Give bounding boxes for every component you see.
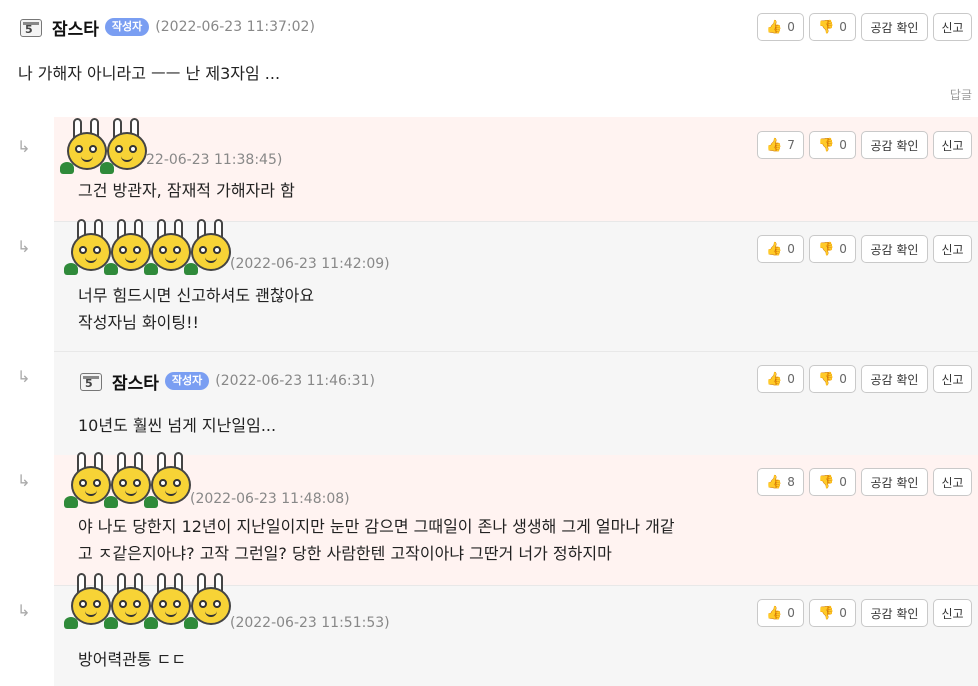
thumbs-down-icon: 👎 (818, 241, 835, 257)
thumbs-down-icon: 👎 (818, 371, 835, 387)
emoticon-image (64, 219, 231, 279)
emoticon-image (64, 452, 191, 512)
comment-actions: 👍 0 👎 0 공감 확인 신고 (757, 365, 972, 393)
reply-arrow-icon: ↳ (17, 237, 31, 256)
dislike-button[interactable]: 👎 0 (809, 468, 856, 496)
reply-arrow-icon: ↳ (17, 601, 31, 620)
empathy-check-button[interactable]: 공감 확인 (861, 235, 928, 263)
thumbs-down-icon: 👎 (818, 19, 835, 35)
report-button[interactable]: 신고 (933, 131, 972, 159)
reply-arrow-icon: ↳ (17, 137, 31, 156)
comment-header: 5 잠스타 작성자 (2022-06-23 11:37:02) (16, 14, 315, 40)
dislike-button[interactable]: 👎 0 (809, 365, 856, 393)
thumbs-down-icon: 👎 (818, 474, 835, 490)
comment-text: 너무 힘드시면 신고하셔도 괜찮아요 작성자님 화이팅!! (78, 286, 315, 332)
empathy-check-button[interactable]: 공감 확인 (861, 13, 928, 41)
dislike-button[interactable]: 👎 0 (809, 235, 856, 263)
empathy-check-button[interactable]: 공감 확인 (861, 599, 928, 627)
author-nickname[interactable]: 잠스타 (52, 15, 99, 40)
emoticon-image (64, 573, 231, 633)
report-button[interactable]: 신고 (933, 468, 972, 496)
comment-date: (2022-06-23 11:46:31) (215, 373, 375, 389)
comment-actions: 👍 0 👎 0 공감 확인 신고 (757, 13, 972, 41)
comment-text: 야 나도 당한지 12년이 지난일이지만 눈만 감으면 그때일이 존나 생생해 … (78, 517, 675, 563)
dislike-button[interactable]: 👎 0 (809, 13, 856, 41)
empathy-check-button[interactable]: 공감 확인 (861, 468, 928, 496)
comment-date: (2022-06-23 11:37:02) (155, 19, 315, 35)
reply-item: (2022-06-23 11:51:53) 👍 0 👎 0 공감 확인 신고 방어력… (54, 573, 978, 686)
level-icon: 5 (16, 16, 46, 38)
thumbs-up-icon: 👍 (766, 137, 783, 153)
comment-date: 22-06-23 11:38:45) (146, 152, 283, 168)
comment-date: (2022-06-23 11:51:53) (230, 615, 390, 631)
comment-date: (2022-06-23 11:48:08) (190, 491, 350, 507)
comment-header: (2022-06-23 11:51:53) (64, 572, 390, 634)
empathy-check-button[interactable]: 공감 확인 (861, 365, 928, 393)
report-button[interactable]: 신고 (933, 599, 972, 627)
like-button[interactable]: 👍 8 (757, 468, 804, 496)
thumbs-down-icon: 👎 (818, 605, 835, 621)
comment-text: 그건 방관자, 잠재적 가해자라 함 (78, 181, 295, 200)
like-button[interactable]: 👍 0 (757, 235, 804, 263)
dislike-button[interactable]: 👎 0 (809, 599, 856, 627)
report-button[interactable]: 신고 (933, 235, 972, 263)
author-nickname[interactable]: 잠스타 (112, 369, 159, 394)
like-button[interactable]: 👍 0 (757, 365, 804, 393)
report-button[interactable]: 신고 (933, 365, 972, 393)
empathy-check-button[interactable]: 공감 확인 (861, 131, 928, 159)
thumbs-up-icon: 👍 (766, 474, 783, 490)
reply-link[interactable]: 답글 (950, 86, 972, 103)
author-badge: 작성자 (104, 18, 150, 36)
comment-actions: 👍 7 👎 0 공감 확인 신고 (757, 131, 972, 159)
dislike-button[interactable]: 👎 0 (809, 131, 856, 159)
like-button[interactable]: 👍 7 (757, 131, 804, 159)
emoticon-image (60, 118, 147, 178)
comment-actions: 👍 8 👎 0 공감 확인 신고 (757, 468, 972, 496)
reply-item: 5 잠스타 작성자 (2022-06-23 11:46:31) 👍 0 👎 0 공감… (54, 351, 978, 455)
thumbs-up-icon: 👍 (766, 241, 783, 257)
author-badge: 작성자 (164, 372, 210, 390)
comment-text: 방어력관통 ㄷㄷ (78, 650, 187, 669)
thumbs-down-icon: 👎 (818, 137, 835, 153)
reply-arrow-icon: ↳ (17, 471, 31, 490)
thumbs-up-icon: 👍 (766, 19, 783, 35)
comment-item: 5 잠스타 작성자 (2022-06-23 11:37:02) 👍 0 👎 0 공감… (0, 0, 978, 117)
reply-item: (2022-06-23 11:48:08) 👍 8 👎 0 공감 확인 신고 야 나… (54, 452, 978, 585)
like-button[interactable]: 👍 0 (757, 13, 804, 41)
level-icon: 5 (76, 370, 106, 392)
thumbs-up-icon: 👍 (766, 371, 783, 387)
comment-text: 10년도 훨씬 넘게 지난일임... (78, 416, 277, 435)
report-button[interactable]: 신고 (933, 13, 972, 41)
comment-actions: 👍 0 👎 0 공감 확인 신고 (757, 599, 972, 627)
reply-item: 22-06-23 11:38:45) 👍 7 👎 0 공감 확인 신고 그건 방관자… (54, 117, 978, 221)
comment-text: 나 가해자 아니라고 ㅡㅡ 난 제3자임 ... (18, 64, 281, 83)
comment-actions: 👍 0 👎 0 공감 확인 신고 (757, 235, 972, 263)
reply-item: (2022-06-23 11:42:09) 👍 0 👎 0 공감 확인 신고 너무 … (54, 218, 978, 351)
comment-date: (2022-06-23 11:42:09) (230, 256, 390, 272)
reply-arrow-icon: ↳ (17, 367, 31, 386)
comment-header: (2022-06-23 11:48:08) (64, 451, 350, 513)
comment-header: 5 잠스타 작성자 (2022-06-23 11:46:31) (76, 368, 375, 394)
thumbs-up-icon: 👍 (766, 605, 783, 621)
like-button[interactable]: 👍 0 (757, 599, 804, 627)
comment-header: 22-06-23 11:38:45) (60, 117, 283, 179)
comment-header: (2022-06-23 11:42:09) (64, 218, 390, 280)
